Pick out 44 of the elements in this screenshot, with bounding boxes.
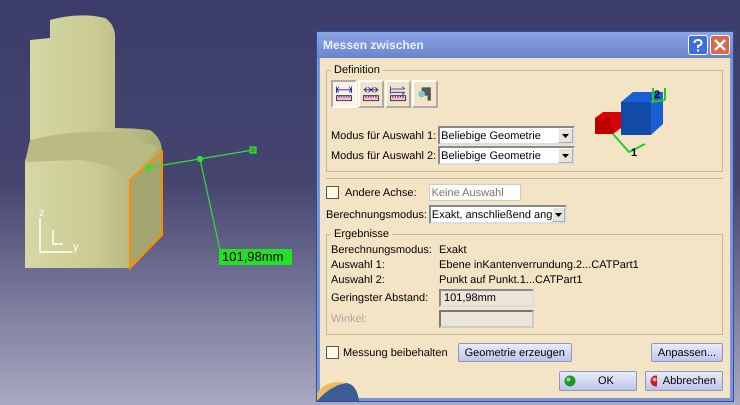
caret-icon bbox=[555, 212, 562, 216]
result-field: 101,98mm bbox=[439, 289, 534, 307]
axis-label: z bbox=[39, 207, 44, 219]
axis-label: y bbox=[73, 241, 78, 253]
measure-mode-button[interactable] bbox=[412, 80, 438, 108]
checkbox[interactable] bbox=[326, 346, 339, 359]
window-title: Messen zwischen bbox=[323, 38, 425, 52]
dropdown[interactable]: Exakt, anschließend ang bbox=[428, 205, 567, 224]
measure-mode-button[interactable] bbox=[358, 80, 384, 108]
checkbox[interactable] bbox=[326, 186, 339, 199]
checkbox-label: Andere Achse: bbox=[345, 186, 417, 198]
measure-mode-button[interactable] bbox=[385, 80, 411, 108]
field-label: Modus für Auswahl 1: bbox=[331, 130, 436, 142]
diagram-label: 1 bbox=[631, 147, 638, 159]
group-title: Definition bbox=[333, 64, 381, 76]
close-icon bbox=[714, 39, 726, 51]
close-button[interactable] bbox=[710, 35, 730, 55]
help-button[interactable] bbox=[688, 35, 708, 55]
diagram-label: 2 bbox=[654, 89, 660, 101]
result-value: Punkt auf Punkt.1...CATPart1 bbox=[439, 274, 584, 286]
result-label: Auswahl 2: bbox=[331, 274, 386, 286]
dropdown[interactable]: Beliebige Geometrie bbox=[438, 146, 576, 165]
result-value: Ebene inKantenverrundung.2...CATPart1 bbox=[439, 259, 640, 271]
cancel-button[interactable]: Abbrechen bbox=[645, 371, 723, 391]
field-label: Berechnungsmodus: bbox=[326, 208, 427, 220]
action-button[interactable]: Anpassen... bbox=[650, 343, 723, 362]
caret-icon bbox=[562, 154, 570, 158]
checkbox-label: Messung beibehalten bbox=[343, 346, 448, 358]
dropdown[interactable]: Beliebige Geometrie bbox=[438, 126, 576, 145]
group-title: Ergebnisse bbox=[333, 228, 390, 240]
ok-button[interactable]: OK bbox=[559, 371, 637, 391]
result-label: Winkel: bbox=[331, 313, 368, 325]
field-label: Modus für Auswahl 2: bbox=[331, 150, 436, 162]
ball-icon bbox=[564, 375, 576, 387]
result-label: Berechnungsmodus: bbox=[331, 244, 433, 256]
measure-mode-button[interactable] bbox=[331, 80, 357, 108]
action-button[interactable]: Geometrie erzeugen bbox=[458, 343, 572, 362]
help-icon bbox=[693, 38, 703, 52]
result-label: Auswahl 1: bbox=[331, 259, 386, 271]
result-label: Geringster Abstand: bbox=[331, 292, 430, 304]
caret-icon bbox=[562, 134, 570, 138]
result-value: Exakt bbox=[439, 244, 468, 256]
measurement-label: 101,98mm bbox=[219, 249, 292, 265]
axis-drawing bbox=[39, 218, 72, 253]
